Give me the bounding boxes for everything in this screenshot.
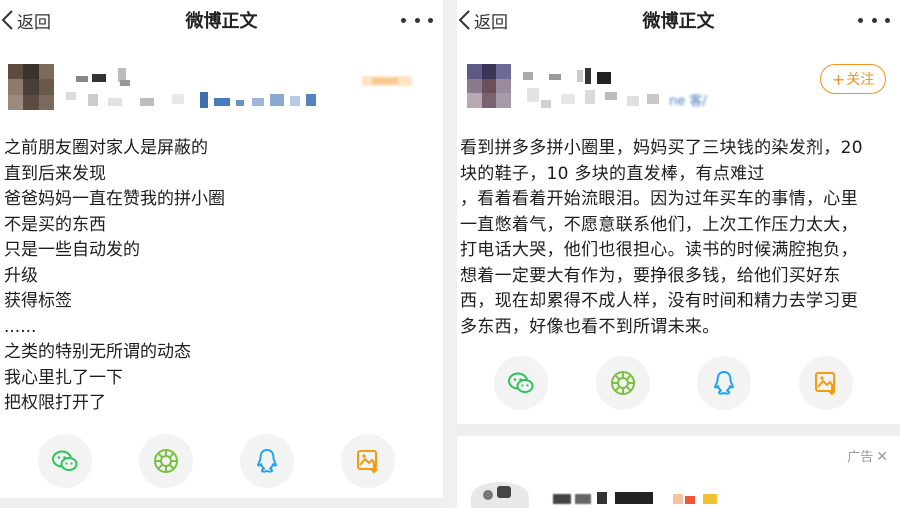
post-line: 之前朋友圈对家人是屏蔽的	[4, 138, 208, 158]
post-line: 爸爸妈妈一直在赞我的拼小圈	[4, 189, 225, 209]
share-row	[0, 434, 443, 488]
share-wechat-button[interactable]	[38, 434, 92, 488]
post-line: 之类的特别无所谓的动态	[4, 342, 191, 362]
share-moments-button[interactable]	[139, 434, 193, 488]
close-icon[interactable]: ✕	[876, 449, 888, 465]
post-source: ne 客/	[669, 94, 707, 109]
save-image-icon	[357, 450, 378, 474]
section-divider	[0, 498, 443, 508]
post-line: 升级	[4, 265, 38, 286]
left-screenshot: 返回 微博正文 之前朋友圈对家人是屏蔽的 直到后来发现 爸爸妈妈一直在赞我的拼小…	[0, 0, 443, 508]
share-wechat-button[interactable]	[494, 356, 548, 410]
nav-bar: 返回 微博正文	[0, 0, 443, 40]
post-line: 我心里扎了一下	[4, 367, 123, 388]
panel-divider	[443, 0, 457, 508]
save-image-button[interactable]	[799, 356, 853, 410]
page-title: 微博正文	[642, 11, 715, 32]
share-qq-button[interactable]	[240, 434, 294, 488]
ad-label: 广告 ✕	[847, 446, 888, 465]
avatar[interactable]	[8, 64, 54, 110]
wechat-icon	[52, 450, 78, 471]
post-line: 获得标签	[4, 291, 72, 311]
follow-label: 关注	[846, 72, 875, 88]
post-line: 看到拼多多拼小圈里，妈妈买了三块钱的染发剂，20	[460, 138, 863, 158]
save-image-button[interactable]	[341, 434, 395, 488]
qq-icon	[257, 449, 277, 473]
qq-icon	[714, 371, 734, 395]
post-line: 多东西，好像也看不到所谓未来。	[460, 316, 720, 337]
post-line: 把权限打开了	[4, 393, 106, 413]
post-line: 只是一些自动发的	[4, 240, 140, 260]
share-row	[457, 356, 900, 410]
post-line: 想着一定要大有作为，要挣很多钱，给他们买好东	[460, 265, 841, 286]
avatar[interactable]	[471, 482, 529, 508]
right-screenshot: 返回 微博正文 ne 客/ + 关注 看到拼多多拼小圈里，妈妈买了三块钱的染发剂…	[457, 0, 900, 508]
post-line: 不是买的东西	[4, 214, 106, 235]
share-moments-button[interactable]	[596, 356, 650, 410]
post-line: 一直憋着气，不愿意联系他们，上次工作压力太大，	[460, 214, 858, 235]
share-qq-button[interactable]	[697, 356, 751, 410]
post-body: 之前朋友圈对家人是屏蔽的 直到后来发现 爸爸妈妈一直在赞我的拼小圈 不是买的东西…	[4, 136, 434, 417]
follow-button[interactable]: + 关注	[820, 64, 886, 94]
more-options-icon[interactable]	[401, 12, 433, 28]
moments-icon	[154, 449, 178, 473]
nav-bar: 返回 微博正文	[457, 0, 900, 40]
page-title: 微博正文	[185, 11, 258, 32]
avatar[interactable]	[467, 64, 511, 108]
post-body: 看到拼多多拼小圈里，妈妈买了三块钱的染发剂，20 块的鞋子，10 多块的直发棒，…	[460, 136, 890, 340]
post-line: 西，现在却累得不成人样，没有时间和精力去学习更	[460, 291, 858, 311]
post-line: ，看着看着开始流眼泪。因为过年买车的事情，心里	[460, 189, 858, 209]
wechat-icon	[508, 372, 534, 393]
post-line: 直到后来发现	[4, 163, 106, 184]
ad-text: 广告	[847, 450, 874, 465]
author-row: ne 客/ + 关注	[457, 58, 900, 118]
author-row	[0, 58, 443, 118]
post-line: ......	[4, 316, 37, 337]
post-line: 块的鞋子，10 多块的直发棒，有点难过	[460, 163, 765, 184]
post-line: 打电话大哭，他们也很担心。读书的时候满腔抱负，	[460, 240, 858, 260]
save-image-icon	[815, 372, 836, 396]
section-divider	[457, 424, 900, 436]
plus-icon: +	[831, 69, 846, 89]
moments-icon	[611, 371, 635, 395]
more-options-icon[interactable]	[858, 12, 890, 28]
